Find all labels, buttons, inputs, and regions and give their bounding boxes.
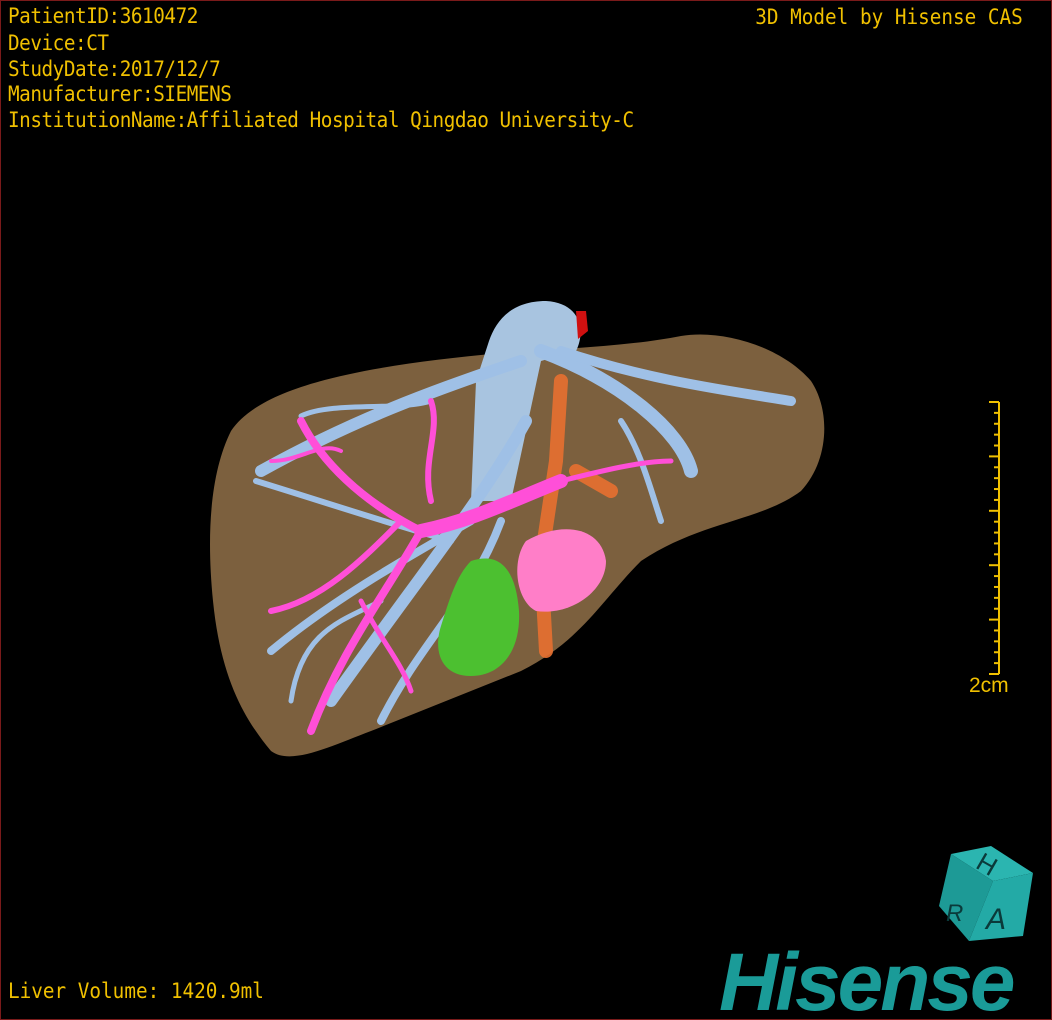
- liver-3d-model[interactable]: H R A: [1, 1, 1051, 1019]
- manufacturer: Manufacturer:SIEMENS: [8, 82, 232, 106]
- cube-face-r: R: [946, 900, 963, 927]
- 3d-viewport[interactable]: H R A PatientID:3610472 Device:CT StudyD…: [0, 0, 1052, 1020]
- institution-name: InstitutionName:Affiliated Hospital Qing…: [8, 108, 634, 132]
- study-date: StudyDate:2017/12/7: [8, 57, 221, 81]
- patient-id: PatientID:3610472: [8, 4, 198, 28]
- liver-volume: Liver Volume: 1420.9ml: [8, 979, 264, 1003]
- orientation-cube[interactable]: H R A: [939, 846, 1033, 941]
- aorta-fragment: [576, 311, 588, 339]
- viewer-title: 3D Model by Hisense CAS: [755, 5, 1023, 29]
- device: Device:CT: [8, 31, 109, 55]
- scale-bar-label: 2cm: [969, 674, 1009, 697]
- hisense-logo: Hisense: [719, 937, 1016, 1020]
- scale-bar: [989, 401, 1000, 675]
- cube-face-a: A: [984, 903, 1006, 936]
